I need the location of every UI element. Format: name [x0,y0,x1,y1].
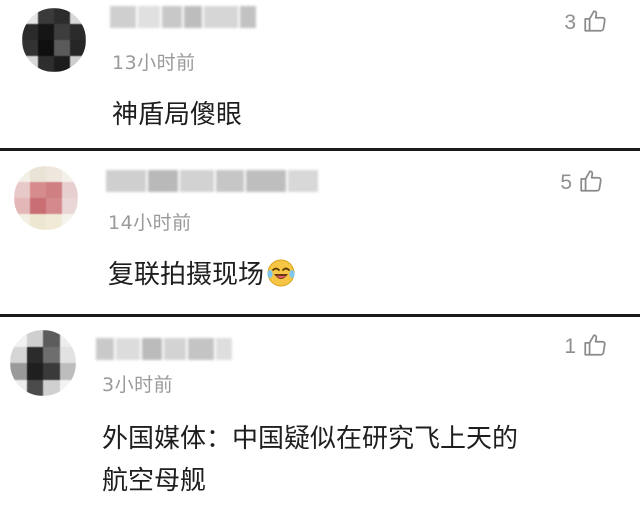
like-button[interactable]: 1 [564,332,608,362]
comment-text-line: 航空母舰 [102,466,207,496]
avatar[interactable] [10,330,76,396]
thumbs-up-icon [582,332,608,362]
like-button[interactable]: 5 [560,168,604,198]
comment-item: 3小时前 外国媒体：中国疑似在研究飞上天的 航空母舰 1 [0,318,640,508]
like-count: 5 [560,171,572,194]
username-redacted[interactable] [96,338,232,360]
comment-text: 神盾局傻眼 [112,100,243,130]
comment-feed: 13小时前 神盾局傻眼 3 14小时前 复联拍摄现场 5 3小时前 外国媒体：中… [0,0,640,508]
like-button[interactable]: 3 [564,8,608,38]
comment-text-body: 复联拍摄现场 [108,260,265,290]
like-count: 1 [564,335,576,358]
username-redacted[interactable] [106,170,318,192]
avatar-pixelated [22,8,86,72]
laughing-crying-emoji-icon [266,258,296,288]
thumbs-up-icon [578,168,604,198]
like-count: 3 [564,11,576,34]
divider [0,314,640,317]
avatar-pixelated [10,330,76,396]
comment-timestamp: 3小时前 [102,374,174,396]
comment-text-line: 外国媒体：中国疑似在研究飞上天的 [102,424,519,454]
comment-text: 外国媒体：中国疑似在研究飞上天的 航空母舰 [102,418,622,502]
avatar[interactable] [14,166,78,230]
comment-item: 14小时前 复联拍摄现场 5 [0,152,640,314]
comment-text: 复联拍摄现场 [108,254,296,296]
comment-item: 13小时前 神盾局傻眼 3 [0,0,640,148]
thumbs-up-icon [582,8,608,38]
username-redacted[interactable] [110,6,256,28]
avatar[interactable] [22,8,86,72]
avatar-pixelated [14,166,78,230]
comment-timestamp: 13小时前 [112,52,196,74]
comment-timestamp: 14小时前 [108,212,192,234]
divider [0,148,640,151]
